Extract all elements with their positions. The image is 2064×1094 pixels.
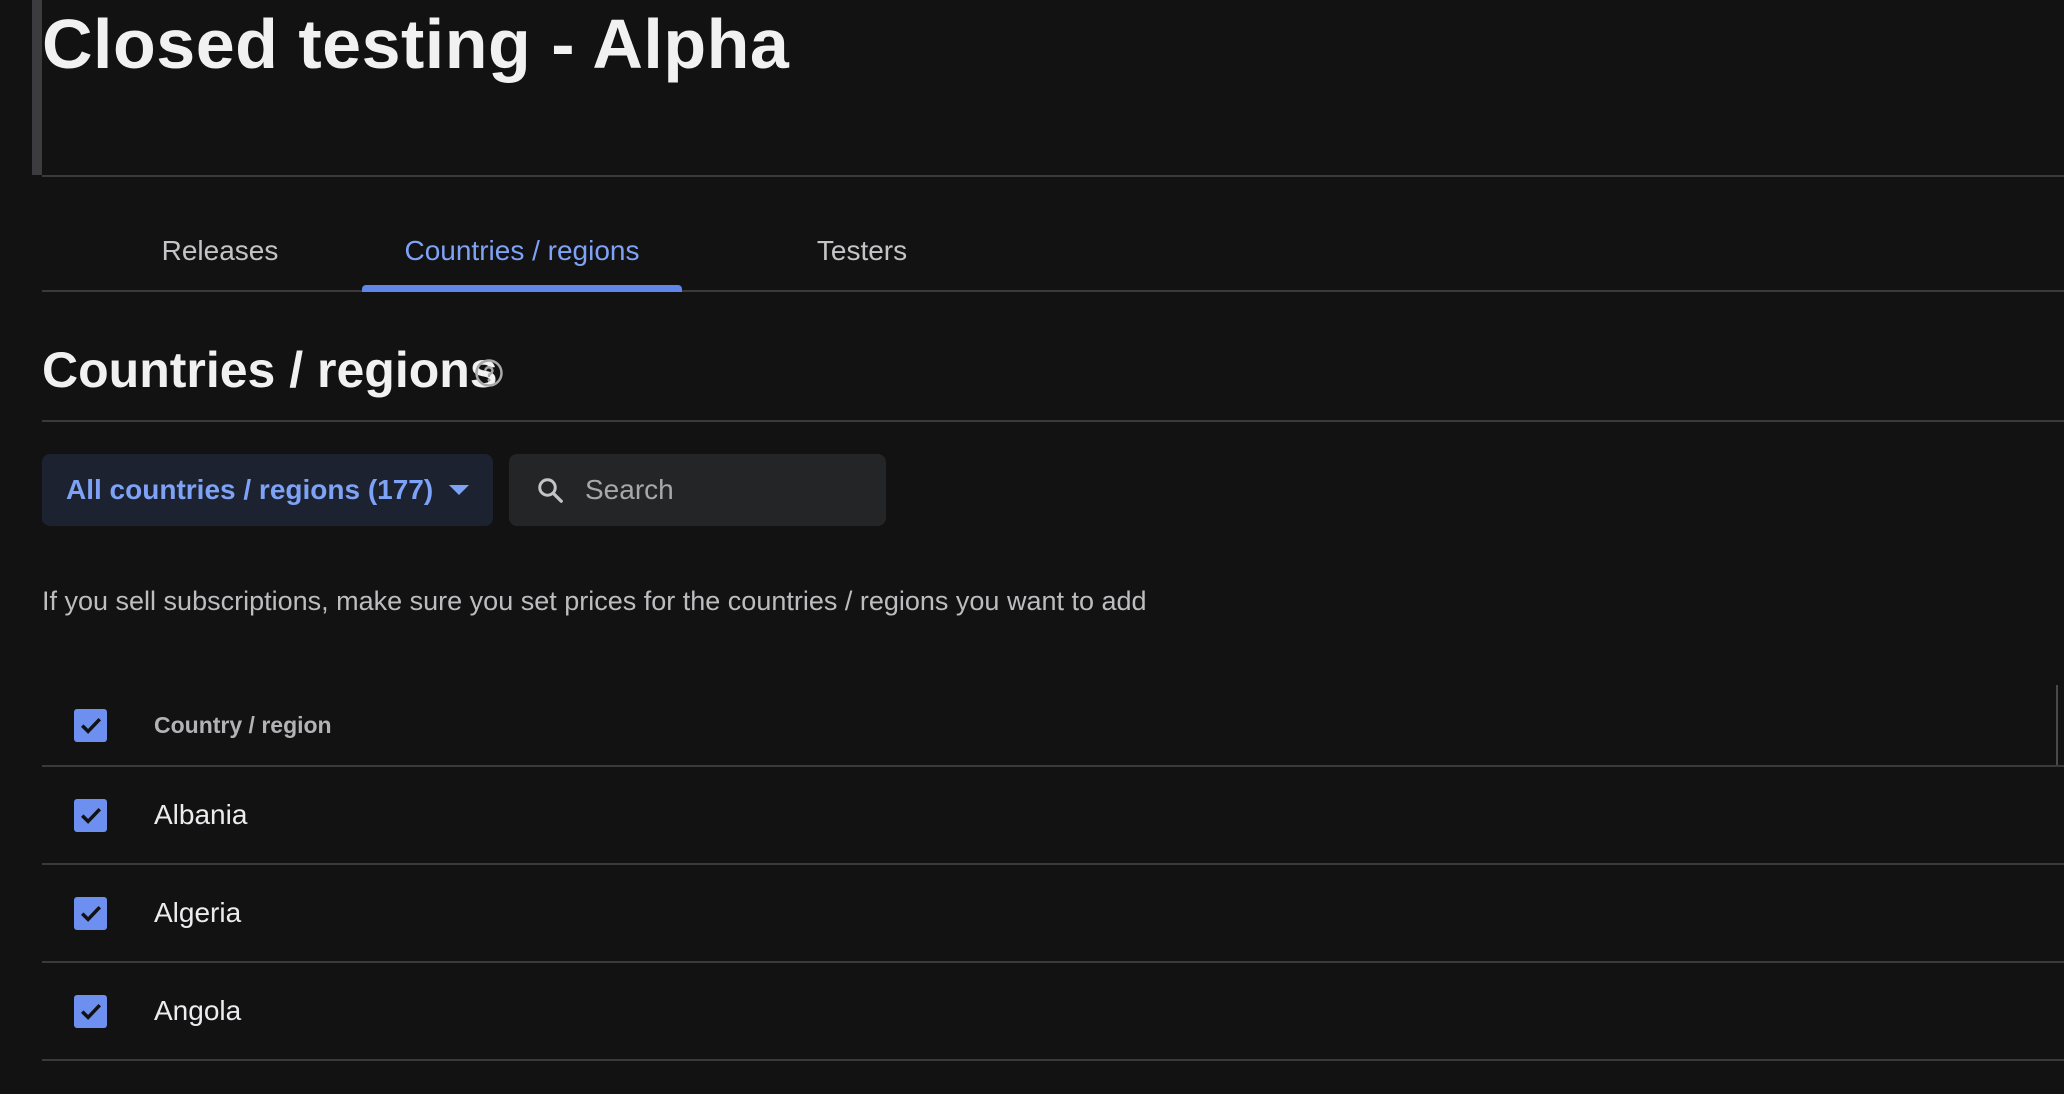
page-title: Closed testing - Alpha	[42, 5, 790, 83]
section-title: Countries / regions	[42, 342, 498, 398]
checkmark-icon	[80, 717, 101, 734]
tab-testers[interactable]: Testers	[782, 212, 942, 290]
search-input[interactable]	[583, 473, 857, 507]
country-filter-label: All countries / regions (177)	[66, 474, 434, 505]
table-row: Algeria	[42, 865, 2064, 963]
select-all-checkbox[interactable]	[74, 708, 107, 742]
country-name: Algeria	[154, 897, 242, 928]
country-filter-dropdown[interactable]: All countries / regions (177)	[42, 454, 493, 526]
row-checkbox-algeria[interactable]	[74, 896, 107, 930]
page-header: Closed testing - Alpha	[42, 0, 2064, 177]
checkmark-icon	[80, 905, 101, 922]
table-row: Albania	[42, 767, 2064, 865]
section-header: Countries / regions	[42, 336, 2064, 422]
app-page: Closed testing - Alpha Releases Countrie…	[0, 0, 2064, 1094]
country-name: Angola	[154, 995, 242, 1026]
header-accent-bar	[32, 0, 42, 175]
row-checkbox-angola[interactable]	[74, 994, 107, 1028]
subscription-notice: If you sell subscriptions, make sure you…	[42, 586, 1147, 616]
countries-table: Country / region Albania Algeria Angola	[42, 685, 2064, 1061]
tab-releases[interactable]: Releases	[144, 212, 296, 290]
column-header-country: Country / region	[154, 711, 332, 738]
row-checkbox-albania[interactable]	[74, 798, 107, 832]
table-header-row: Country / region	[42, 685, 2064, 767]
caret-down-icon	[449, 485, 470, 495]
search-icon	[538, 478, 563, 503]
checkmark-icon	[80, 807, 101, 824]
country-name: Albania	[154, 799, 248, 830]
table-row: Angola	[42, 963, 2064, 1061]
checkmark-icon	[80, 1003, 101, 1020]
tab-countries-regions[interactable]: Countries / regions	[362, 212, 682, 292]
help-circle-icon[interactable]	[474, 358, 504, 388]
search-box[interactable]	[509, 454, 886, 526]
tab-bar: Releases Countries / regions Testers	[42, 212, 2064, 292]
